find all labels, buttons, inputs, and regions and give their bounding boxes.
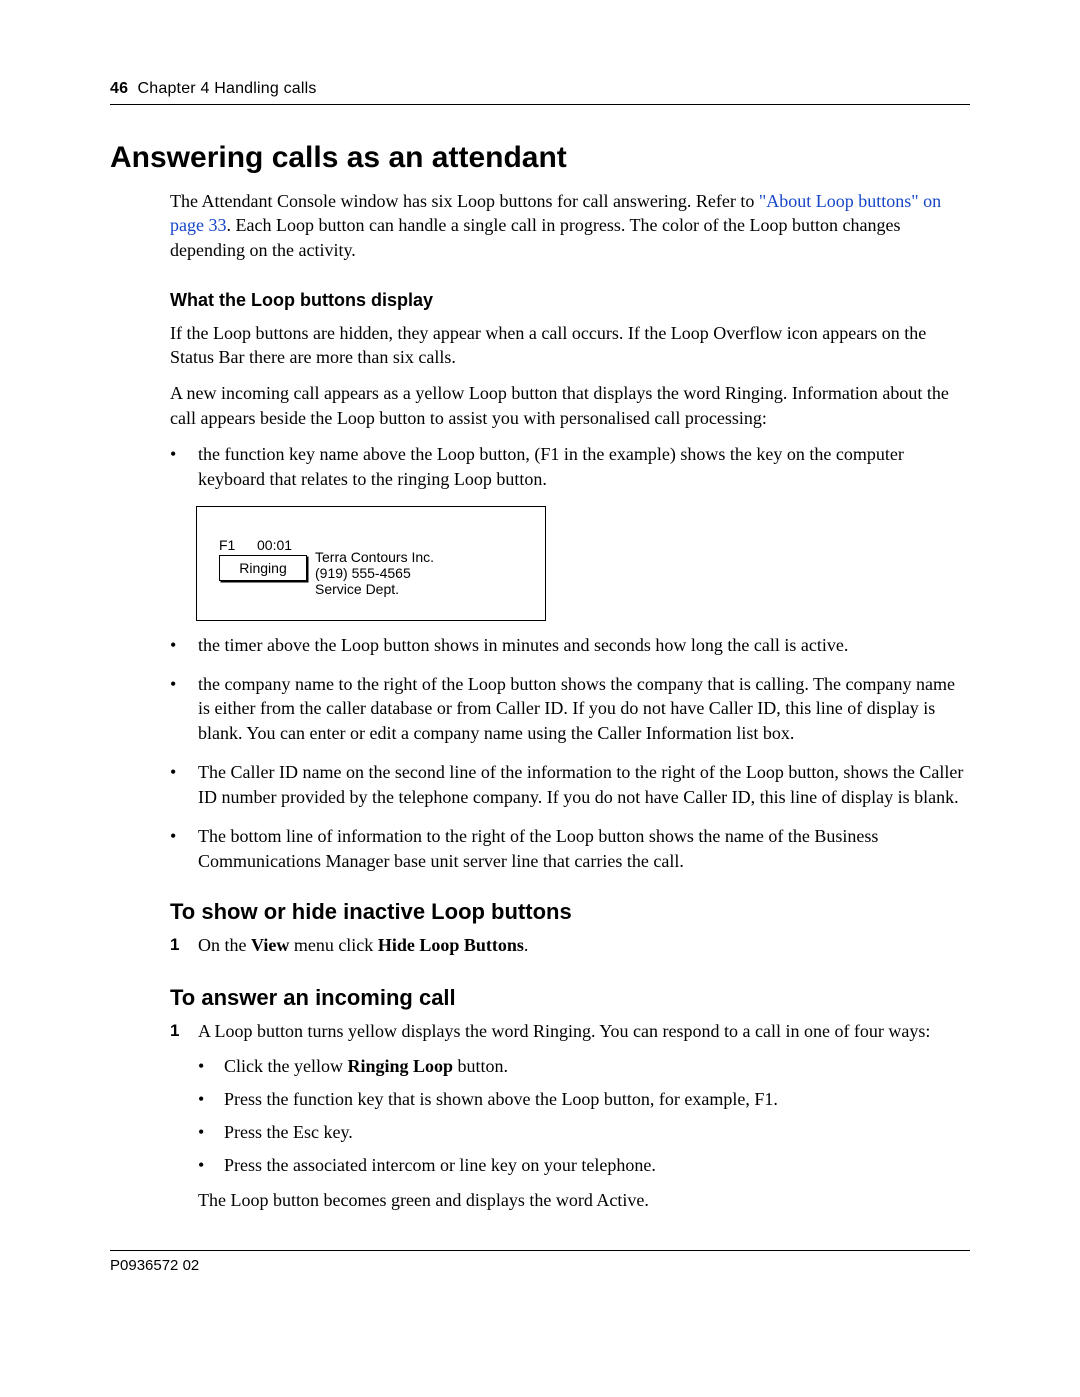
subsection-show-hide: To show or hide inactive Loop buttons xyxy=(170,899,970,925)
step-hide-loop: On the View menu click Hide Loop Buttons… xyxy=(170,933,970,958)
loop-info-line2: (919) 555-4565 xyxy=(315,565,411,581)
bullet-callerid: The Caller ID name on the second line of… xyxy=(170,760,970,810)
inner-line: Press the associated intercom or line ke… xyxy=(198,1153,970,1178)
loop-bullets-top: the function key name above the Loop but… xyxy=(170,442,970,492)
loop-info-line3: Service Dept. xyxy=(315,581,399,597)
loop-bullets-rest: the timer above the Loop button shows in… xyxy=(170,633,970,874)
loop-caller-info: Terra Contours Inc. (919) 555-4565 Servi… xyxy=(315,549,434,597)
loop-panel: F1 00:01 Ringing Terra Contours Inc. (91… xyxy=(196,506,546,621)
bullet-function-key: the function key name above the Loop but… xyxy=(170,442,970,492)
subsection-answer: To answer an incoming call xyxy=(170,985,970,1011)
steps-answer: A Loop button turns yellow displays the … xyxy=(170,1019,970,1214)
page-number: 46 xyxy=(110,80,128,97)
answer-innerlist: Click the yellow Ringing Loop button. Pr… xyxy=(198,1054,970,1179)
loop-ringing-button[interactable]: Ringing xyxy=(219,555,307,581)
section-heading: Answering calls as an attendant xyxy=(110,141,970,175)
loop-figure: F1 00:01 Ringing Terra Contours Inc. (91… xyxy=(196,506,970,621)
bullet-bottomline: The bottom line of information to the ri… xyxy=(170,824,970,874)
inner-esc: Press the Esc key. xyxy=(198,1120,970,1145)
loop-info-line1: Terra Contours Inc. xyxy=(315,549,434,565)
loop-function-key: F1 xyxy=(219,537,235,553)
loop-p2: A new incoming call appears as a yellow … xyxy=(170,381,970,430)
chapter-label: Chapter 4 Handling calls xyxy=(138,80,317,97)
inner-click-ringing: Click the yellow Ringing Loop button. xyxy=(198,1054,970,1079)
intro-post: . Each Loop button can handle a single c… xyxy=(170,215,900,259)
bullet-company: the company name to the right of the Loo… xyxy=(170,672,970,746)
step-answer-1: A Loop button turns yellow displays the … xyxy=(170,1019,970,1214)
loop-p1: If the Loop buttons are hidden, they app… xyxy=(170,321,970,370)
intro-pre: The Attendant Console window has six Loo… xyxy=(170,191,759,211)
steps-show-hide: On the View menu click Hide Loop Buttons… xyxy=(170,933,970,958)
intro-paragraph: The Attendant Console window has six Loo… xyxy=(170,189,970,262)
step-answer-main: A Loop button turns yellow displays the … xyxy=(198,1021,930,1041)
loop-timer: 00:01 xyxy=(257,537,292,553)
running-head: 46 Chapter 4 Handling calls xyxy=(110,80,970,105)
inner-Fkey: Press the function key that is shown abo… xyxy=(198,1087,970,1112)
doc-id: P0936572 02 xyxy=(110,1257,199,1274)
answer-result: The Loop button becomes green and displa… xyxy=(198,1188,970,1213)
bullet-timer: the timer above the Loop button shows in… xyxy=(170,633,970,658)
subsection-what-loop: What the Loop buttons display xyxy=(170,290,970,311)
page: 46 Chapter 4 Handling calls Answering ca… xyxy=(0,0,1080,1314)
footer: P0936572 02 xyxy=(110,1250,970,1274)
